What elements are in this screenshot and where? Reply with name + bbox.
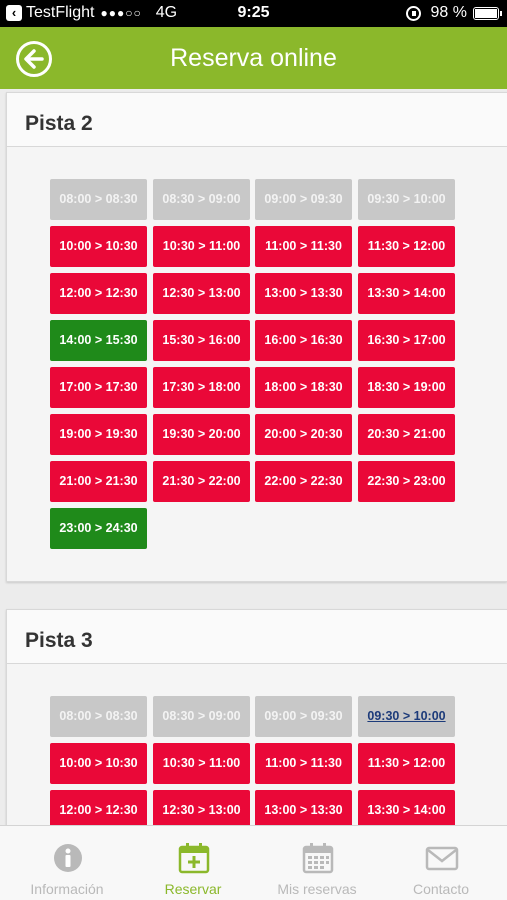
time-slot-occupied[interactable]: 20:30 > 21:00 [358, 414, 455, 455]
time-slot-unavailable[interactable]: 09:00 > 09:30 [255, 696, 352, 737]
status-bar: ‹ TestFlight ●●●○○ 4G 9:25 98 % [0, 0, 507, 27]
time-slot-occupied[interactable]: 16:00 > 16:30 [255, 320, 352, 361]
time-slot-occupied[interactable]: 21:30 > 22:00 [153, 461, 250, 502]
time-slot-occupied[interactable]: 19:00 > 19:30 [50, 414, 147, 455]
tab-label: Información [30, 881, 104, 897]
envelope-icon [425, 846, 459, 871]
time-slot-occupied[interactable]: 12:00 > 12:30 [50, 273, 147, 314]
time-slot-occupied[interactable]: 15:30 > 16:00 [153, 320, 250, 361]
time-slot-occupied[interactable]: 13:30 > 14:00 [358, 790, 455, 825]
time-slot-available[interactable]: 23:00 > 24:30 [50, 508, 147, 549]
time-slot-available[interactable]: 14:00 > 15:30 [50, 320, 147, 361]
court-card-pista-2: Pista 2 08:00 > 08:30 08:30 > 09:00 09:00 … [6, 92, 507, 582]
tab-label: Contacto [412, 881, 470, 897]
time-slot-occupied[interactable]: 13:00 > 13:30 [255, 790, 352, 825]
court-card-pista-3: Pista 3 08:00 > 08:30 08:30 > 09:00 09:00 … [6, 609, 507, 825]
time-slot-unavailable[interactable]: 08:00 > 08:30 [50, 179, 147, 220]
time-slot-occupied[interactable]: 20:00 > 20:30 [255, 414, 352, 455]
time-slot-occupied[interactable]: 18:30 > 19:00 [358, 367, 455, 408]
time-slot-occupied[interactable]: 11:00 > 11:30 [255, 743, 352, 784]
time-slot-occupied[interactable]: 11:30 > 12:00 [358, 743, 455, 784]
time-slot-occupied[interactable]: 12:30 > 13:00 [153, 790, 250, 825]
time-slot-occupied[interactable]: 10:00 > 10:30 [50, 226, 147, 267]
time-slot-occupied[interactable]: 22:30 > 23:00 [358, 461, 455, 502]
time-slot-occupied[interactable]: 11:00 > 11:30 [255, 226, 352, 267]
time-slot-occupied[interactable]: 17:00 > 17:30 [50, 367, 147, 408]
calendar-icon [302, 843, 334, 874]
tab-label: Mis reservas [277, 881, 357, 897]
time-slot-occupied[interactable]: 18:00 > 18:30 [255, 367, 352, 408]
time-slot-occupied[interactable]: 10:30 > 11:00 [153, 226, 250, 267]
tab-informacion[interactable]: Información [4, 826, 130, 900]
info-icon [54, 844, 82, 872]
tab-bar: Información Reservar Mis reservas Contac… [0, 825, 507, 900]
court-name: Pista 3 [25, 629, 93, 652]
tab-label: Reservar [164, 881, 222, 897]
time-slot-unavailable[interactable]: 08:30 > 09:00 [153, 179, 250, 220]
time-slot-unavailable[interactable]: 08:00 > 08:30 [50, 696, 147, 737]
time-slot-occupied[interactable]: 19:30 > 20:00 [153, 414, 250, 455]
time-slot-occupied[interactable]: 11:30 > 12:00 [358, 226, 455, 267]
time-slot-occupied[interactable]: 13:00 > 13:30 [255, 273, 352, 314]
time-slot-occupied[interactable]: 13:30 > 14:00 [358, 273, 455, 314]
battery-icon [473, 6, 502, 20]
tab-reservar[interactable]: Reservar [130, 826, 256, 900]
court-name: Pista 2 [25, 112, 93, 135]
tab-mis-reservas[interactable]: Mis reservas [254, 826, 380, 900]
status-right: 98 % [405, 4, 502, 22]
tab-contacto[interactable]: Contacto [378, 826, 504, 900]
battery-percent: 98 % [430, 4, 467, 21]
page-title: Reserva online [170, 44, 337, 72]
calendar-add-icon [178, 843, 210, 874]
time-slot-occupied[interactable]: 10:00 > 10:30 [50, 743, 147, 784]
time-slot-occupied[interactable]: 17:30 > 18:00 [153, 367, 250, 408]
time-slot-occupied[interactable]: 22:00 > 22:30 [255, 461, 352, 502]
app-header: Reserva online [0, 27, 507, 89]
time-slot-occupied[interactable]: 16:30 > 17:00 [358, 320, 455, 361]
time-slot-occupied[interactable]: 12:00 > 12:30 [50, 790, 147, 825]
time-slot-unavailable[interactable]: 09:30 > 10:00 [358, 179, 455, 220]
time-slot-occupied[interactable]: 12:30 > 13:00 [153, 273, 250, 314]
court-header: Pista 2 [7, 93, 507, 147]
time-slot-unavailable[interactable]: 09:00 > 09:30 [255, 179, 352, 220]
time-slot-occupied[interactable]: 10:30 > 11:00 [153, 743, 250, 784]
rotation-lock-icon [405, 5, 421, 21]
court-header: Pista 3 [7, 610, 507, 664]
time-slot-unavailable[interactable]: 08:30 > 09:00 [153, 696, 250, 737]
time-slot-occupied[interactable]: 21:00 > 21:30 [50, 461, 147, 502]
reservation-content[interactable]: Pista 2 08:00 > 08:30 08:30 > 09:00 09:00 … [0, 89, 507, 825]
time-slot-selected[interactable]: 09:30 > 10:00 [358, 696, 455, 737]
